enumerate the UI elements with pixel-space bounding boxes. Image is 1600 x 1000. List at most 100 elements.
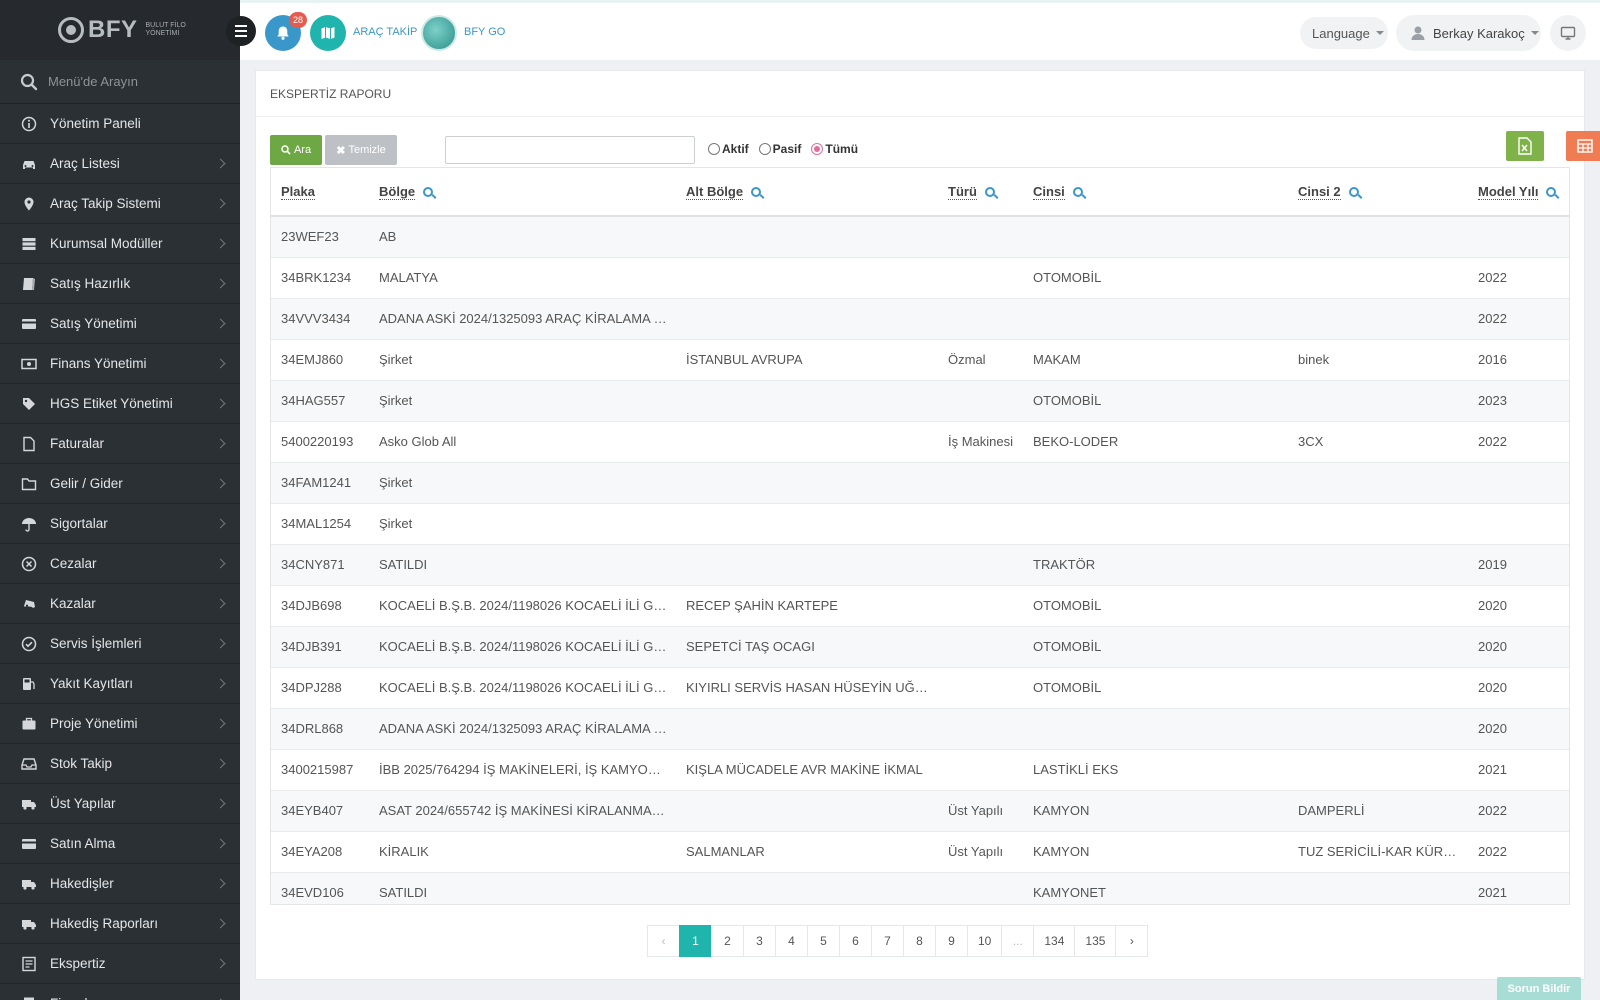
bfy-go-button[interactable]: [421, 15, 457, 51]
pagination-page[interactable]: 2: [711, 925, 744, 957]
sidebar-item-15[interactable]: Proje Yönetimi: [0, 704, 240, 744]
sidebar-item-label: Yönetim Paneli: [50, 116, 141, 131]
pagination-page[interactable]: 10: [967, 925, 1003, 957]
search-input[interactable]: [445, 136, 695, 164]
fullscreen-button[interactable]: [1550, 15, 1586, 51]
user-menu[interactable]: Berkay Karakoç: [1396, 15, 1541, 51]
pagination-page[interactable]: 3: [743, 925, 776, 957]
table-row[interactable]: 34DPJ288 KOCAELİ B.Ş.B. 2024/1198026 KOCA…: [271, 667, 1569, 709]
pagination-page[interactable]: 5: [807, 925, 840, 957]
sidebar-item-11[interactable]: Cezalar: [0, 544, 240, 584]
sidebar-item-16[interactable]: Stok Takip: [0, 744, 240, 784]
sidebar-item-7[interactable]: HGS Etiket Yönetimi: [0, 384, 240, 424]
table-row[interactable]: 34HAG557 Şirket OTOMOBİL 2023: [271, 380, 1569, 422]
filter-radio-0[interactable]: Aktif: [708, 142, 749, 156]
sidebar-item-3[interactable]: Kurumsal Modüller: [0, 224, 240, 264]
sidebar-item-20[interactable]: Hakediş Raporları: [0, 904, 240, 944]
column-header[interactable]: Türü: [938, 168, 1023, 217]
table-row[interactable]: 34CNY871 SATILDI TRAKTÖR 2019: [271, 544, 1569, 586]
column-header-label[interactable]: Cinsi: [1033, 184, 1065, 200]
table-row[interactable]: 34DRL868 ADANA ASKİ 2024/1325093 ARAÇ KİR…: [271, 708, 1569, 750]
sidebar-item-22[interactable]: Firmalar: [0, 984, 240, 1000]
column-header[interactable]: Bölge: [369, 168, 676, 217]
column-search-icon[interactable]: [1546, 187, 1557, 197]
filter-radio-1[interactable]: Pasif: [758, 142, 801, 156]
table-row[interactable]: 34DJB698 KOCAELİ B.Ş.B. 2024/1198026 KOCA…: [271, 585, 1569, 627]
column-header-label[interactable]: Bölge: [379, 184, 416, 200]
column-search-icon[interactable]: [423, 187, 434, 197]
table-row[interactable]: 34EYB407 ASAT 2024/655742 İŞ MAKİNESİ KİR…: [271, 790, 1569, 832]
brand-logo[interactable]: BFY BULUT FİLO YÖNETİMİ: [0, 0, 240, 60]
menu-toggle-button[interactable]: [226, 16, 256, 46]
column-header-label[interactable]: Model Yılı: [1478, 184, 1539, 200]
column-search-icon[interactable]: [1072, 187, 1083, 197]
sidebar-item-4[interactable]: Satış Hazırlık: [0, 264, 240, 304]
sidebar-item-10[interactable]: Sigortalar: [0, 504, 240, 544]
sidebar-item-5[interactable]: Satış Yönetimi: [0, 304, 240, 344]
table-row[interactable]: 34DJB391 KOCAELİ B.Ş.B. 2024/1198026 KOCA…: [271, 626, 1569, 668]
arac-takip-button[interactable]: [310, 15, 346, 51]
language-dropdown[interactable]: Language: [1300, 17, 1388, 49]
sidebar-item-6[interactable]: Finans Yönetimi: [0, 344, 240, 384]
sidebar-item-18[interactable]: Satın Alma: [0, 824, 240, 864]
sidebar-item-17[interactable]: Üst Yapılar: [0, 784, 240, 824]
sidebar-item-21[interactable]: Ekspertiz: [0, 944, 240, 984]
table-row[interactable]: 34VVV3434 ADANA ASKİ 2024/1325093 ARAÇ Kİ…: [271, 298, 1569, 340]
radio-icon[interactable]: [811, 143, 824, 155]
table-cell: İş Makinesi: [938, 421, 1023, 463]
sidebar-item-0[interactable]: Yönetim Paneli: [0, 104, 240, 144]
pagination-page[interactable]: 7: [871, 925, 904, 957]
column-header[interactable]: Cinsi: [1023, 168, 1288, 217]
sidebar-item-19[interactable]: Hakedişler: [0, 864, 240, 904]
column-header[interactable]: Cinsi 2: [1288, 168, 1468, 217]
column-header-label[interactable]: Türü: [948, 184, 977, 200]
filter-radio-2[interactable]: Tümü: [811, 142, 858, 156]
column-header[interactable]: Model Yılı: [1468, 168, 1569, 217]
table-row[interactable]: 23WEF23 AB: [271, 216, 1569, 258]
sidebar-item-14[interactable]: Yakıt Kayıtları: [0, 664, 240, 704]
pagination-prev-button[interactable]: ‹: [647, 925, 680, 957]
sidebar-item-2[interactable]: Araç Takip Sistemi: [0, 184, 240, 224]
table-row[interactable]: 34MAL1254 Şirket: [271, 503, 1569, 545]
table-row[interactable]: 34EYA208 KİRALIK SALMANLAR Üst Yapılı KAMYON…: [271, 831, 1569, 873]
sidebar-item-9[interactable]: Gelir / Gider: [0, 464, 240, 504]
pagination-page[interactable]: 134: [1033, 925, 1076, 957]
pagination-page[interactable]: 1: [679, 925, 712, 957]
pagination-page[interactable]: 8: [903, 925, 936, 957]
sidebar-item-8[interactable]: Faturalar: [0, 424, 240, 464]
clear-button[interactable]: ✖ Temizle: [325, 135, 397, 165]
column-header-label[interactable]: Cinsi 2: [1298, 184, 1341, 200]
arac-takip-label[interactable]: ARAÇ TAKİP: [353, 26, 417, 38]
column-search-icon[interactable]: [1348, 187, 1359, 197]
pagination-next-button[interactable]: ›: [1115, 925, 1149, 957]
column-header-label[interactable]: Alt Bölge: [686, 184, 744, 200]
column-search-icon[interactable]: [751, 187, 762, 197]
chevron-right-icon: [215, 318, 226, 329]
column-search-icon[interactable]: [984, 187, 995, 197]
pagination-page[interactable]: 135: [1074, 925, 1117, 957]
column-header[interactable]: Alt Bölge: [676, 168, 938, 217]
radio-icon[interactable]: [708, 143, 720, 155]
table-row[interactable]: 5400220193 Asko Glob All İş Makinesi BEKO-L…: [271, 421, 1569, 463]
pagination-page[interactable]: 9: [935, 925, 968, 957]
menu-search-input[interactable]: [48, 74, 228, 89]
radio-icon[interactable]: [758, 143, 771, 155]
search-button[interactable]: Ara: [270, 135, 322, 165]
table-row[interactable]: 3400215987 İBB 2025/764294 İŞ MAKİNELERİ,…: [271, 749, 1569, 791]
table-row[interactable]: 34EVD106 SATILDI KAMYONET 2021: [271, 872, 1569, 904]
export-excel-button[interactable]: [1506, 131, 1544, 161]
pagination-page[interactable]: 6: [839, 925, 872, 957]
report-issue-button[interactable]: Sorun Bildir: [1497, 977, 1581, 1000]
table-row[interactable]: 34EMJ860 Şirket İSTANBUL AVRUPA Özmal MAKAM b…: [271, 339, 1569, 381]
sidebar-item-13[interactable]: Servis İşlemleri: [0, 624, 240, 664]
sidebar-item-12[interactable]: Kazalar: [0, 584, 240, 624]
pagination-page[interactable]: 4: [775, 925, 808, 957]
table-row[interactable]: 34BRK1234 MALATYA OTOMOBİL 2022: [271, 257, 1569, 299]
pagination-ellipsis[interactable]: ...: [1001, 925, 1035, 957]
table-row[interactable]: 34FAM1241 Şirket: [271, 462, 1569, 504]
column-settings-button[interactable]: [1566, 131, 1600, 161]
bfy-go-label[interactable]: BFY GO: [464, 26, 505, 38]
sidebar-item-1[interactable]: Araç Listesi: [0, 144, 240, 184]
column-header-label[interactable]: Plaka: [281, 184, 315, 200]
column-header[interactable]: Plaka: [271, 168, 369, 217]
